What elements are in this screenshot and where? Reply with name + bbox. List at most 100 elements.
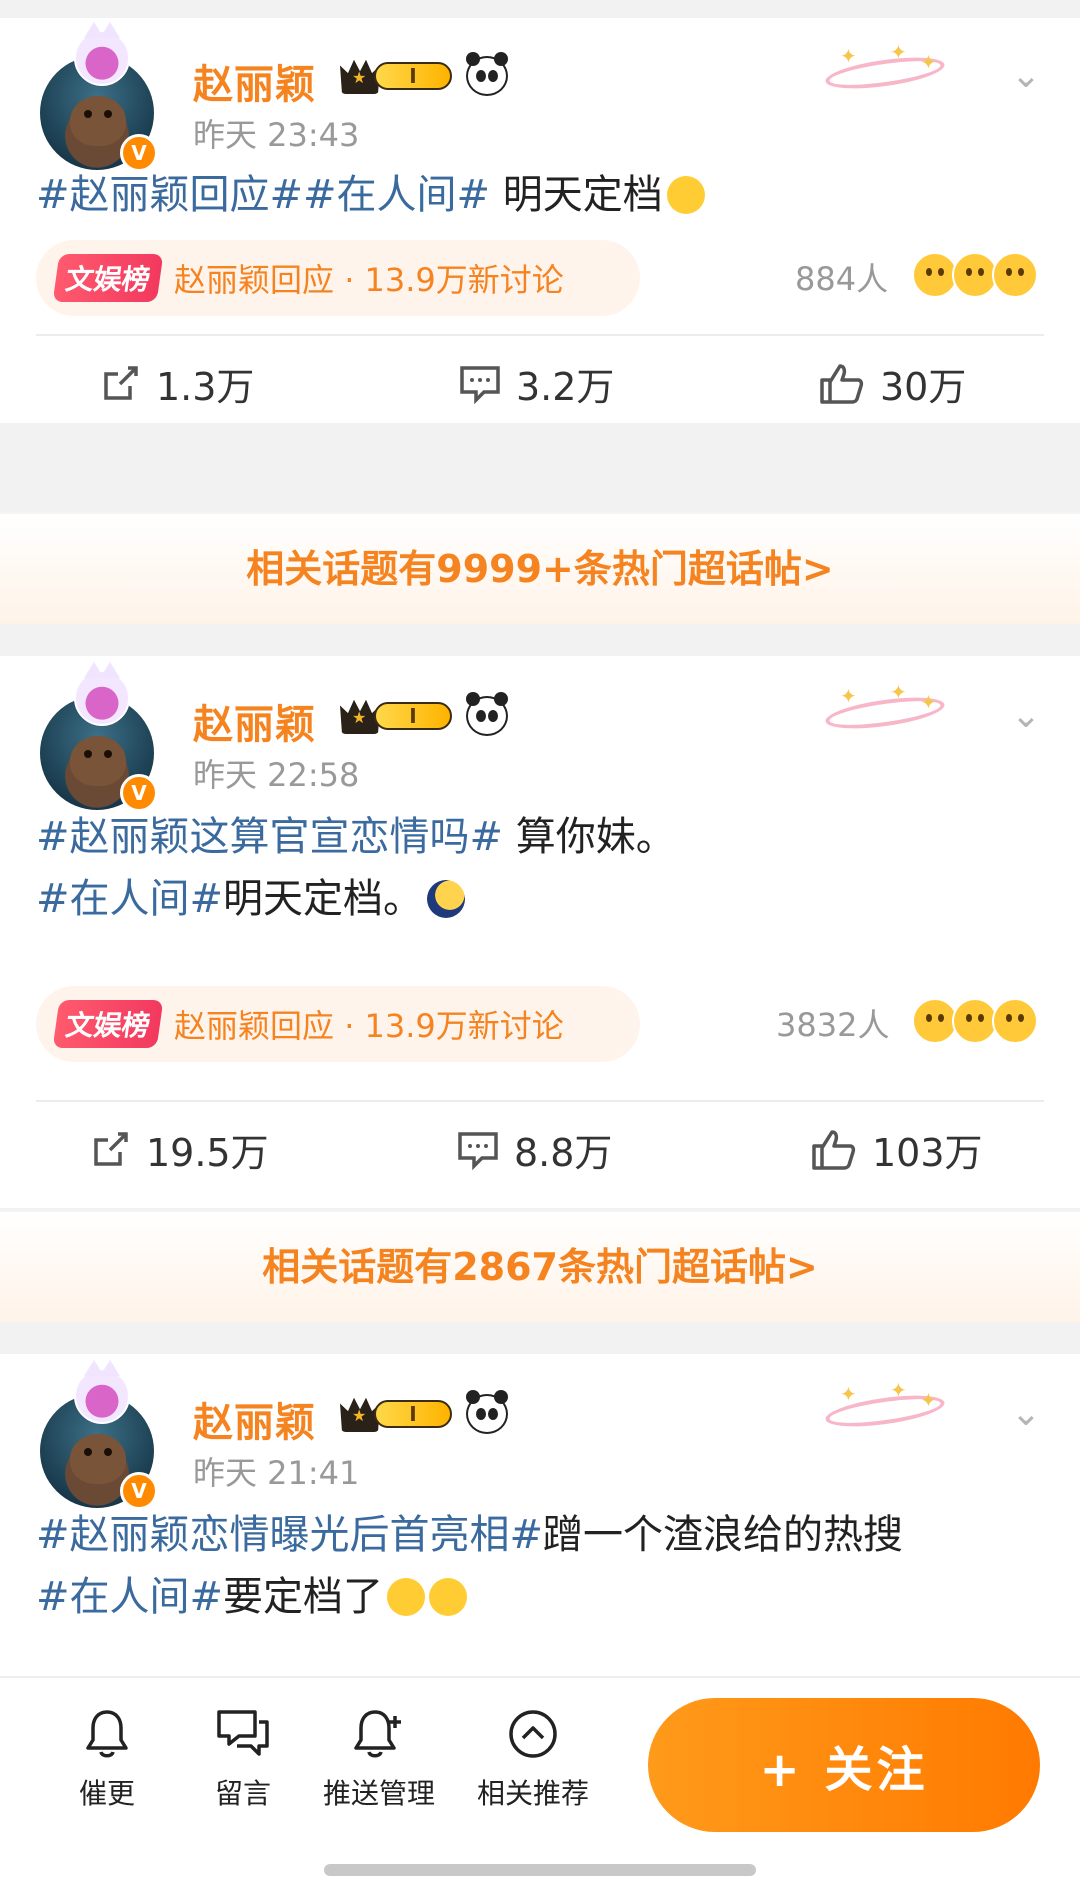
author-avatar[interactable]: V bbox=[40, 1360, 158, 1510]
bottom-action-bar: 催更 留言 推送管理 相关推荐 + 关注 bbox=[0, 1676, 1080, 1894]
follow-button[interactable]: + 关注 bbox=[648, 1698, 1040, 1832]
panda-icon bbox=[466, 52, 508, 96]
vip-crown-badge[interactable]: I bbox=[340, 56, 456, 94]
post-time: 昨天 23:43 bbox=[193, 116, 360, 154]
comment-count: 3.2万 bbox=[516, 365, 615, 409]
reaction-count: 884人 bbox=[795, 260, 889, 298]
post-card-3: V 赵丽颖 I 昨天 21:41 ✦✦✦ ⌄ #赵丽颖恋情曝光后首亮相#蹭一个渣… bbox=[0, 1354, 1080, 1676]
avatar-image bbox=[70, 736, 126, 786]
hot-list-chip[interactable]: 文娱榜 赵丽颖回应 · 13.9万新讨论 bbox=[36, 240, 640, 316]
chevron-up-circle-icon bbox=[509, 1710, 557, 1758]
push-settings-label: 推送管理 bbox=[322, 1777, 435, 1810]
hot-list-label: 文娱榜 bbox=[52, 1000, 164, 1048]
message-label: 留言 bbox=[214, 1777, 271, 1810]
hot-list-chip[interactable]: 文娱榜 赵丽颖回应 · 13.9万新讨论 bbox=[36, 986, 640, 1062]
comment-icon bbox=[458, 1131, 498, 1170]
topic-link[interactable]: #赵丽颖这算官宣恋情吗# bbox=[36, 814, 503, 860]
avatar-pendant-icon bbox=[74, 22, 130, 86]
vip-crown-badge[interactable]: I bbox=[340, 1394, 456, 1432]
topic-link[interactable]: #在人间# bbox=[36, 876, 223, 922]
hot-list-text: 赵丽颖回应 · 13.9万新讨论 bbox=[174, 261, 564, 299]
panda-icon bbox=[466, 1390, 508, 1434]
post-text: 算你妹。 bbox=[503, 814, 676, 860]
like-button[interactable]: 103万 bbox=[810, 1122, 983, 1177]
related-topics-link[interactable]: 相关话题有9999+条热门超话帖> bbox=[0, 512, 1080, 624]
smile-emoji-icon bbox=[992, 252, 1038, 298]
chevron-down-icon[interactable]: ⌄ bbox=[1006, 1394, 1046, 1434]
avatar-pendant-icon bbox=[74, 1360, 130, 1424]
post-content: #赵丽颖这算官宣恋情吗# 算你妹。 #在人间#明天定档。 bbox=[36, 806, 1040, 930]
author-avatar[interactable]: V bbox=[40, 22, 158, 172]
comment-icon bbox=[460, 365, 500, 404]
thumbs-up-icon bbox=[820, 363, 864, 404]
panda-icon bbox=[466, 692, 508, 736]
home-indicator bbox=[324, 1864, 756, 1876]
related-topics-link[interactable]: 相关话题有2867条热门超话帖> bbox=[0, 1210, 1080, 1322]
post-time: 昨天 21:41 bbox=[193, 1454, 360, 1492]
post-text: 明天定档。 bbox=[223, 876, 424, 922]
post-time: 昨天 22:58 bbox=[193, 756, 360, 794]
bell-plus-icon bbox=[354, 1710, 401, 1758]
divider bbox=[36, 1100, 1044, 1102]
author-name[interactable]: 赵丽颖 bbox=[193, 1390, 316, 1448]
repost-count: 1.3万 bbox=[156, 365, 255, 409]
vip-level: I bbox=[374, 1400, 452, 1428]
related-recommend-label: 相关推荐 bbox=[476, 1777, 589, 1810]
sparkle-ring-decoration-icon: ✦ ✦ ✦ bbox=[820, 40, 950, 110]
like-button[interactable]: 30万 bbox=[818, 356, 966, 411]
comment-button[interactable]: 3.2万 bbox=[458, 356, 614, 411]
message-icon bbox=[217, 1710, 269, 1756]
topic-link[interactable]: #赵丽颖回应# bbox=[36, 172, 303, 218]
push-settings-button[interactable]: 推送管理 bbox=[304, 1708, 454, 1812]
moon-emoji-icon bbox=[427, 880, 466, 918]
post-card-1: V 赵丽颖 I 昨天 23:43 ✦✦✦ ⌄ #赵丽颖回应##在人间# 明天定档… bbox=[0, 18, 1080, 423]
avatar-image bbox=[70, 1434, 126, 1484]
hot-list-text: 赵丽颖回应 · 13.9万新讨论 bbox=[174, 1007, 564, 1045]
urge-update-label: 催更 bbox=[78, 1777, 135, 1810]
like-count: 103万 bbox=[872, 1131, 983, 1175]
crying-laugh-emoji-icon bbox=[429, 1578, 468, 1616]
avatar-image bbox=[70, 96, 126, 146]
post-text: 明天定档 bbox=[490, 172, 663, 218]
smile-emoji-icon bbox=[992, 998, 1038, 1044]
author-name[interactable]: 赵丽颖 bbox=[193, 692, 316, 750]
reaction-emojis[interactable] bbox=[912, 998, 1042, 1044]
avatar-pendant-icon bbox=[74, 662, 130, 726]
divider bbox=[36, 334, 1044, 336]
post-card-2: V 赵丽颖 I 昨天 22:58 ✦✦✦ ⌄ #赵丽颖这算官宣恋情吗# 算你妹。… bbox=[0, 656, 1080, 1208]
thumbs-up-icon bbox=[812, 1129, 856, 1170]
post-content: #赵丽颖回应##在人间# 明天定档 bbox=[36, 164, 1040, 226]
share-icon bbox=[94, 1131, 128, 1166]
author-name[interactable]: 赵丽颖 bbox=[193, 52, 316, 110]
yawn-emoji-icon bbox=[666, 176, 705, 214]
repost-button[interactable]: 19.5万 bbox=[88, 1122, 269, 1177]
related-recommend-button[interactable]: 相关推荐 bbox=[458, 1708, 608, 1812]
topic-link[interactable]: #在人间# bbox=[303, 172, 490, 218]
topic-link[interactable]: #在人间# bbox=[36, 1574, 223, 1620]
sparkle-ring-decoration-icon: ✦ ✦ ✦ bbox=[820, 680, 950, 750]
post-content: #赵丽颖恋情曝光后首亮相#蹭一个渣浪给的热搜 #在人间#要定档了 bbox=[36, 1504, 1040, 1628]
post-text: 蹭一个渣浪给的热搜 bbox=[543, 1512, 904, 1558]
rainbow-emoji-icon bbox=[387, 1578, 426, 1616]
hot-list-label: 文娱榜 bbox=[52, 254, 164, 302]
comment-count: 8.8万 bbox=[514, 1131, 613, 1175]
share-icon bbox=[104, 365, 138, 400]
reaction-emojis[interactable] bbox=[912, 252, 1042, 298]
author-avatar[interactable]: V bbox=[40, 662, 158, 812]
vip-level: I bbox=[374, 702, 452, 730]
vip-crown-badge[interactable]: I bbox=[340, 696, 456, 734]
comment-button[interactable]: 8.8万 bbox=[456, 1122, 612, 1177]
repost-count: 19.5万 bbox=[146, 1131, 269, 1175]
vip-level: I bbox=[374, 62, 452, 90]
chevron-down-icon[interactable]: ⌄ bbox=[1006, 56, 1046, 96]
urge-update-button[interactable]: 催更 bbox=[32, 1708, 182, 1812]
sparkle-ring-decoration-icon: ✦ ✦ ✦ bbox=[820, 1378, 950, 1448]
message-button[interactable]: 留言 bbox=[168, 1708, 318, 1812]
reaction-count: 3832人 bbox=[776, 1006, 890, 1044]
repost-button[interactable]: 1.3万 bbox=[98, 356, 254, 411]
chevron-down-icon[interactable]: ⌄ bbox=[1006, 696, 1046, 736]
bell-icon bbox=[86, 1710, 128, 1758]
topic-link[interactable]: #赵丽颖恋情曝光后首亮相# bbox=[36, 1512, 543, 1558]
post-text: 要定档了 bbox=[223, 1574, 384, 1620]
like-count: 30万 bbox=[880, 365, 967, 409]
